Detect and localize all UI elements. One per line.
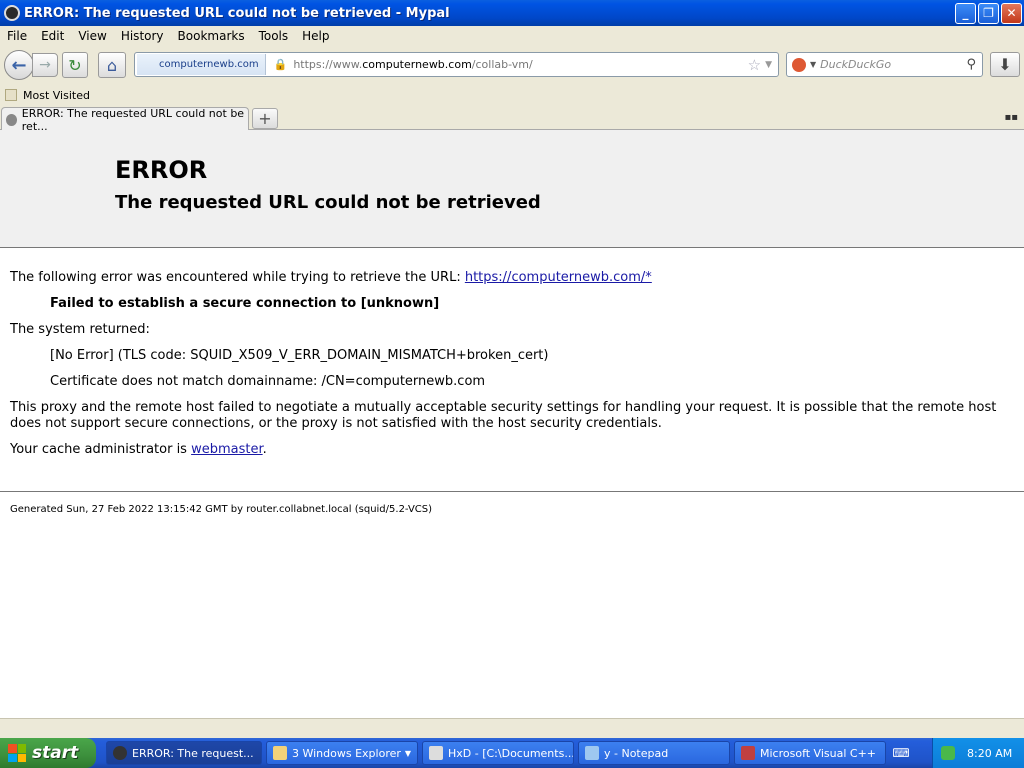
lock-icon: 🔒 [273,58,288,71]
url-text[interactable]: https://www.computernewb.com/collab-vm/ [293,58,747,71]
tab-favicon [6,113,17,126]
mypal-icon [113,746,127,760]
mypal-app-icon[interactable] [4,5,20,21]
plus-icon: + [258,109,272,128]
home-button[interactable]: ⌂ [98,52,126,78]
admin-paragraph: Your cache administrator is webmaster. [10,442,267,457]
home-icon: ⌂ [106,55,118,75]
menu-bar: File Edit View History Bookmarks Tools H… [0,26,1024,46]
navigation-toolbar: ← → ↻ ⌂ computernewb.com 🔒 https://www.c… [0,46,1024,84]
menu-help[interactable]: Help [295,29,336,43]
tab-error-page[interactable]: ERROR: The requested URL could not be re… [1,106,249,133]
menu-bookmarks[interactable]: Bookmarks [171,29,252,43]
failure-message: Failed to establish a secure connection … [50,296,440,311]
url-bar[interactable]: computernewb.com 🔒 https://www.computern… [134,52,779,77]
download-arrow-icon: ⬇ [998,55,1012,74]
taskbar-item-label: y - Notepad [604,746,669,760]
bookmark-star-icon[interactable]: ☆ [748,56,761,74]
webmaster-link[interactable]: webmaster [191,442,263,457]
most-visited-bookmark[interactable]: Most Visited [23,89,90,102]
search-input[interactable]: DuckDuckGo [820,58,966,71]
taskbar-item-visual-cpp[interactable]: Microsoft Visual C++ [734,741,886,765]
start-label: start [32,743,79,763]
list-all-tabs-icon[interactable]: ▪▪ [1004,112,1018,123]
new-tab-button[interactable]: + [252,108,278,129]
clock[interactable]: 8:20 AM [967,747,1012,760]
taskbar-item-label: ERROR: The request... [132,746,254,760]
duckduckgo-icon[interactable] [792,57,806,72]
status-bar [0,718,1024,738]
error-body: The following error was encountered whil… [0,248,1024,458]
windows-flag-icon [8,744,26,762]
menu-edit[interactable]: Edit [34,29,71,43]
back-arrow-icon: ← [11,54,27,76]
search-bar[interactable]: ▼ DuckDuckGo ⚲ [786,52,983,77]
bookmarks-toolbar: Most Visited [0,84,1024,106]
back-button[interactable]: ← [4,50,34,80]
certificate-message: Certificate does not match domainname: /… [50,374,486,389]
hxd-icon [429,746,443,760]
search-icon[interactable]: ⚲ [966,57,976,72]
menu-file[interactable]: File [0,29,34,43]
title-bar: ERROR: The requested URL could not be re… [0,0,1024,26]
visual-cpp-icon [741,746,755,760]
taskbar-item-mypal[interactable]: ERROR: The request... [106,741,262,765]
page-title: ERROR [115,156,208,184]
tab-title: ERROR: The requested URL could not be re… [21,106,245,133]
folder-icon [273,746,287,760]
start-button[interactable]: start [0,738,96,768]
network-icon[interactable] [941,746,955,760]
menu-history[interactable]: History [114,29,171,43]
site-identity-label: computernewb.com [159,59,259,70]
most-visited-icon [5,89,17,101]
maximize-button[interactable]: ❐ [978,2,999,24]
intro-paragraph: The following error was encountered whil… [10,270,652,285]
downloads-button[interactable]: ⬇ [990,52,1020,77]
close-button[interactable]: ✕ [1001,2,1022,24]
taskbar-item-notepad[interactable]: y - Notepad [578,741,730,765]
reload-button[interactable]: ↻ [62,52,88,78]
site-identity-button[interactable]: computernewb.com [137,54,266,75]
taskbar-item-label: 3 Windows Explorer [292,746,401,760]
forward-arrow-icon: → [39,57,51,73]
taskbar-item-hxd[interactable]: HxD - [C:\Documents... [422,741,574,765]
tab-strip: ERROR: The requested URL could not be re… [0,106,1024,133]
url-history-dropdown-icon[interactable]: ▼ [765,60,772,70]
taskbar-item-label: Microsoft Visual C++ [760,746,877,760]
forward-button[interactable]: → [32,53,58,77]
group-dropdown-icon: ▼ [404,748,411,758]
taskbar-item-label: HxD - [C:\Documents... [448,746,574,760]
system-returned-label: The system returned: [10,322,150,337]
minimize-button[interactable]: _ [955,2,976,24]
menu-view[interactable]: View [71,29,113,43]
reload-icon: ↻ [68,55,82,75]
tls-code-message: [No Error] (TLS code: SQUID_X509_V_ERR_D… [50,348,549,363]
page-content: ERROR The requested URL could not be ret… [0,130,1024,718]
notepad-icon [585,746,599,760]
page-subtitle: The requested URL could not be retrieved [115,192,541,213]
error-header: ERROR The requested URL could not be ret… [0,130,1024,248]
taskbar: start ERROR: The request... 3 Windows Ex… [0,738,1024,768]
system-tray: 8:20 AM [932,738,1024,768]
taskbar-item-windows-explorer[interactable]: 3 Windows Explorer ▼ [266,741,418,765]
explanation-paragraph: This proxy and the remote host failed to… [10,400,997,431]
keyboard-icon[interactable]: ⌨ [888,741,914,765]
search-engine-dropdown-icon[interactable]: ▼ [810,60,816,69]
page-footer: Generated Sun, 27 Feb 2022 13:15:42 GMT … [0,491,1024,527]
menu-tools[interactable]: Tools [252,29,296,43]
requested-url-link[interactable]: https://computernewb.com/* [465,270,652,285]
window-title: ERROR: The requested URL could not be re… [24,5,450,21]
